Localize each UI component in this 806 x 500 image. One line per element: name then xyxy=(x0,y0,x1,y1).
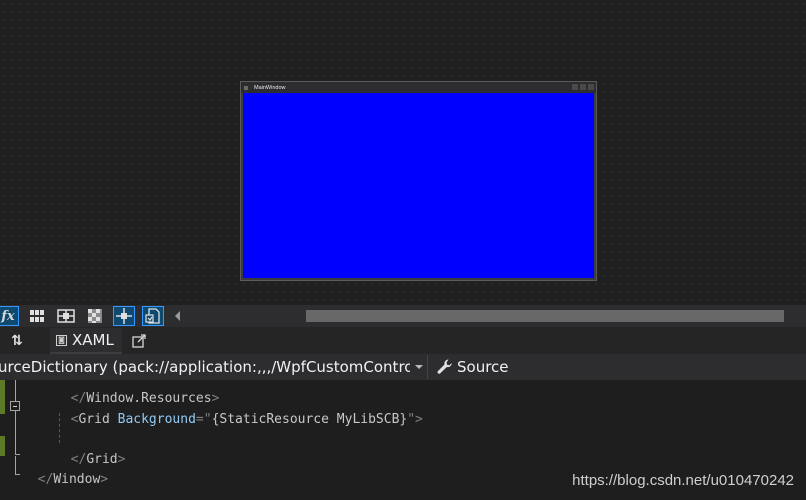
snaplines-icon xyxy=(116,308,132,324)
swap-panes-button[interactable]: ⇅ xyxy=(0,327,34,354)
change-marker xyxy=(0,380,5,414)
tab-xaml[interactable]: ◙ XAML xyxy=(50,328,122,354)
popout-xaml-button[interactable] xyxy=(128,328,150,354)
grid-icon xyxy=(30,310,44,322)
scope-dropdown-value: ResourceDictionary (pack://application:,… xyxy=(0,358,410,376)
maximize-icon xyxy=(580,84,586,90)
snap-gridlines-button[interactable] xyxy=(55,306,77,326)
horizontal-scrollbar[interactable] xyxy=(306,310,784,322)
code-line-2[interactable]: <Grid Background="{StaticResource MyLibS… xyxy=(55,397,423,427)
minimize-icon xyxy=(572,84,578,90)
checkerboard-icon xyxy=(88,309,102,323)
collapse-toggle-icon[interactable] xyxy=(10,401,20,411)
popout-icon xyxy=(132,334,146,348)
wrench-icon xyxy=(437,359,452,374)
preview-titlebar: MainWindow xyxy=(241,82,596,93)
outline-line xyxy=(15,454,20,455)
artboard-background-button[interactable] xyxy=(84,306,106,326)
fx-effects-button[interactable]: fx xyxy=(0,306,19,326)
document-code-icon xyxy=(145,308,160,324)
source-label: Source xyxy=(457,358,509,376)
design-surface[interactable]: MainWindow xyxy=(0,0,806,305)
designer-toolstrip: fx xyxy=(0,305,806,327)
toggle-grid-button[interactable] xyxy=(26,306,48,326)
outline-line xyxy=(15,380,16,401)
project-code-button[interactable] xyxy=(142,306,164,326)
fx-icon: fx xyxy=(1,308,15,324)
snap-to-snaplines-button[interactable] xyxy=(113,306,135,326)
scrollbar-thumb[interactable] xyxy=(306,310,784,322)
xaml-file-icon: ◙ xyxy=(56,334,67,346)
outline-line xyxy=(15,411,16,454)
outline-line xyxy=(15,456,16,474)
split-tab-bar: ⇅ ◙ XAML xyxy=(0,327,806,354)
tab-xaml-label: XAML xyxy=(72,331,114,349)
chevron-down-icon xyxy=(415,365,423,369)
scroll-left-arrow-icon[interactable] xyxy=(175,311,180,321)
preview-window-title: MainWindow xyxy=(254,84,286,91)
snap-grid-icon xyxy=(57,309,75,323)
window-app-icon xyxy=(244,85,248,90)
preview-caption-buttons xyxy=(572,84,594,90)
close-icon xyxy=(588,84,594,90)
preview-grid-blue[interactable] xyxy=(243,93,594,278)
watermark-url: https://blog.csdn.net/u010470242 xyxy=(572,472,794,489)
change-marker xyxy=(0,436,5,456)
mainwindow-preview[interactable]: MainWindow xyxy=(240,81,597,281)
swap-icon: ⇅ xyxy=(11,332,23,349)
outline-line xyxy=(15,474,20,475)
source-dropdown[interactable]: Source xyxy=(428,358,509,376)
code-line-5[interactable]: </Window> xyxy=(22,457,108,487)
